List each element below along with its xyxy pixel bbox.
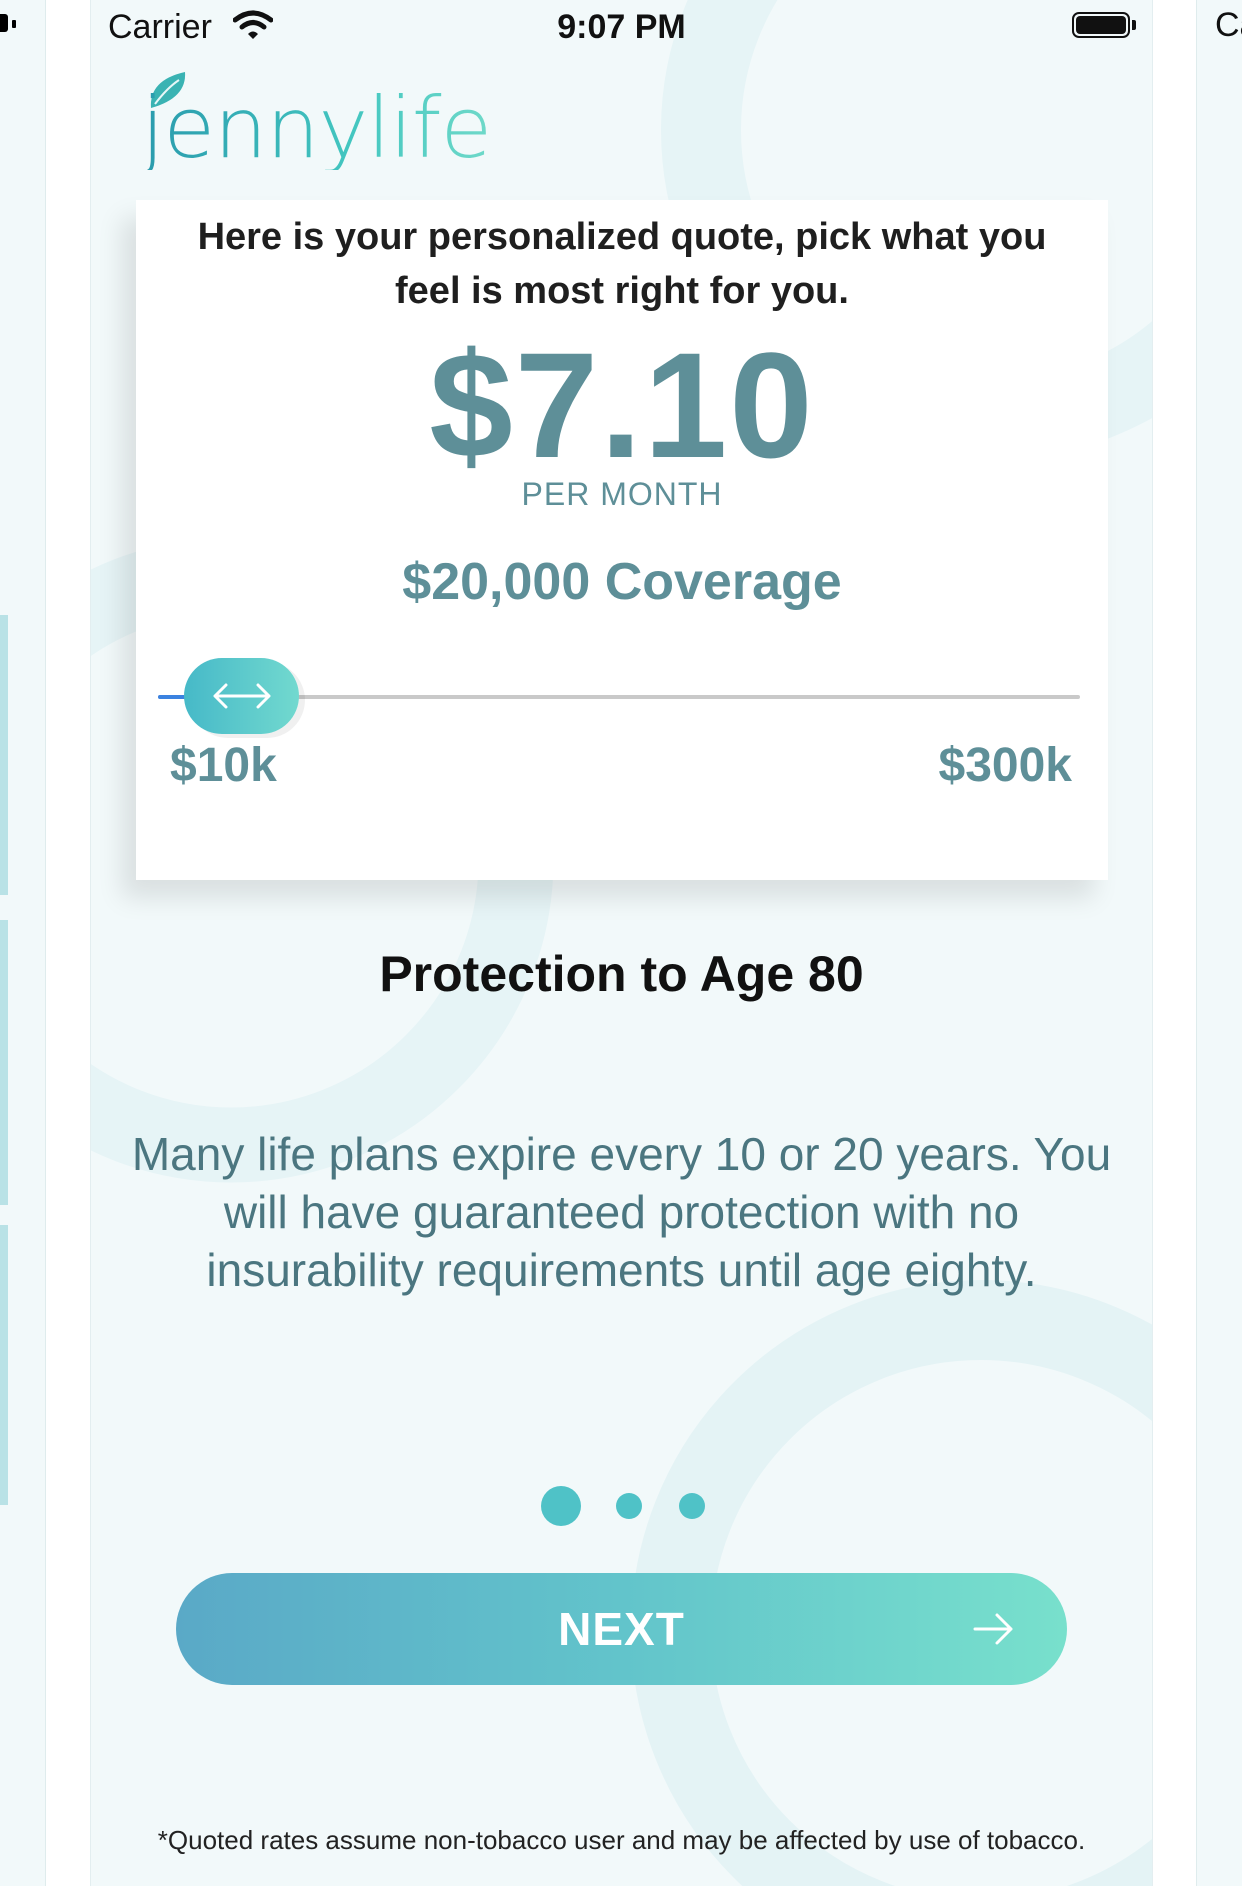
- peek-decoration: [0, 920, 8, 1205]
- brand-logo: jennylife: [141, 68, 492, 188]
- peek-decoration: [0, 1225, 8, 1505]
- previous-card-peek[interactable]: [0, 0, 46, 1886]
- logo-wordmark: jennylife: [141, 79, 492, 177]
- protection-title: Protection to Age 80: [379, 946, 864, 1002]
- price-period: PER MONTH: [521, 476, 723, 512]
- status-time: 9:07 PM: [557, 8, 686, 46]
- coverage-amount: $20,000 Coverage: [402, 553, 842, 611]
- battery-icon: [0, 14, 8, 32]
- peek-carrier-label: Ca: [1215, 6, 1242, 44]
- arrow-right-icon: [973, 1613, 1013, 1645]
- next-button[interactable]: NEXT: [176, 1573, 1067, 1685]
- page-dot[interactable]: [616, 1493, 642, 1519]
- next-card-peek[interactable]: Ca: [1196, 0, 1242, 1886]
- page-indicator[interactable]: [91, 1485, 1152, 1529]
- next-button-label: NEXT: [558, 1603, 685, 1655]
- status-bar: Carrier 9:07 PM: [91, 0, 1152, 58]
- protection-description: Many life plans expire every 10 or 20 ye…: [131, 1128, 1112, 1296]
- peek-decoration: [0, 615, 8, 895]
- quote-card: Here is your personalized quote, pick wh…: [136, 200, 1108, 880]
- slider-max-label: $300k: [938, 739, 1072, 792]
- onboarding-card: Carrier 9:07 PM jennylife Here is your p…: [90, 0, 1153, 1886]
- quote-intro: Here is your personalized quote, pick wh…: [197, 216, 1047, 312]
- coverage-slider-thumb[interactable]: [184, 658, 299, 734]
- battery-icon: [1072, 12, 1136, 40]
- tobacco-disclaimer: *Quoted rates assume non-tobacco user an…: [157, 1825, 1086, 1855]
- slider-min-label: $10k: [170, 739, 277, 792]
- page-dot[interactable]: [679, 1493, 705, 1519]
- page-dot-active[interactable]: [541, 1486, 581, 1526]
- horizontal-arrows-icon: [213, 683, 271, 709]
- monthly-price: $7.10: [429, 321, 815, 489]
